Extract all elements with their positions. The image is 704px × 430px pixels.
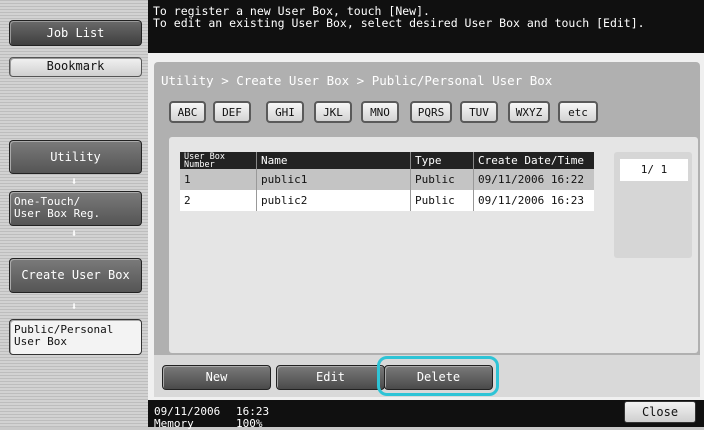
index-button-abc[interactable]: ABC (169, 101, 206, 123)
cell-name: public1 (256, 169, 411, 190)
close-button[interactable]: Close (624, 401, 696, 423)
status-bar: 09/11/2006 16:23 Memory 100% (148, 400, 704, 430)
down-arrow-icon: ⬇ (70, 175, 78, 188)
memory-label: Memory (154, 417, 194, 430)
cell-date: 09/11/2006 16:22 (473, 169, 594, 190)
memory-value: 100% (236, 417, 263, 430)
flow-utility[interactable]: Utility (9, 140, 142, 174)
column-header-type: Type (410, 152, 474, 169)
index-button-wxyz[interactable]: WXYZ (508, 101, 550, 123)
cell-date: 09/11/2006 16:23 (473, 190, 594, 211)
breadcrumb: Utility > Create User Box > Public/Perso… (161, 73, 553, 88)
down-arrow-icon: ⬇ (70, 300, 78, 313)
down-arrow-icon: ⬇ (70, 227, 78, 240)
cell-type: Public (410, 169, 474, 190)
column-header-number-line2: Number (184, 159, 215, 170)
edit-button[interactable]: Edit (276, 365, 385, 390)
index-button-pqrs[interactable]: PQRS (410, 101, 452, 123)
flow-public-personal-user-box[interactable]: Public/Personal User Box (9, 319, 142, 355)
flow-create-user-box[interactable]: Create User Box (9, 258, 142, 293)
column-header-name: Name (256, 152, 411, 169)
index-button-tuv[interactable]: TUV (460, 101, 498, 123)
column-header-number: User Box Number (180, 152, 257, 169)
delete-highlight (377, 356, 499, 396)
job-list-button[interactable]: Job List (9, 20, 142, 46)
message-line2: To edit an existing User Box, select des… (153, 16, 645, 30)
table-row[interactable]: 2 public2 Public 09/11/2006 16:23 (180, 190, 594, 211)
table-row[interactable]: 1 public1 Public 09/11/2006 16:22 (180, 169, 594, 190)
cell-number: 1 (180, 169, 257, 190)
cell-name: public2 (256, 190, 411, 211)
index-button-jkl[interactable]: JKL (314, 101, 352, 123)
user-box-table: User Box Number Name Type Create Date/Ti… (180, 152, 594, 211)
table-header-row: User Box Number Name Type Create Date/Ti… (180, 152, 594, 169)
index-button-ghi[interactable]: GHI (266, 101, 304, 123)
cell-number: 2 (180, 190, 257, 211)
bookmark-button[interactable]: Bookmark (9, 57, 142, 77)
page-indicator: 1/ 1 (620, 159, 688, 181)
index-button-mno[interactable]: MNO (361, 101, 399, 123)
cell-type: Public (410, 190, 474, 211)
status-time: 16:23 (236, 405, 270, 418)
message-line1: To register a new User Box, touch [New]. (153, 4, 430, 18)
index-button-etc[interactable]: etc (558, 101, 598, 123)
message-bar: To register a new User Box, touch [New].… (148, 0, 704, 53)
column-header-date: Create Date/Time (473, 152, 594, 169)
flow-one-touch-line2: User Box Reg. (14, 207, 101, 220)
flow-one-touch-registration[interactable]: One-Touch/ User Box Reg. (9, 191, 142, 226)
new-button[interactable]: New (162, 365, 271, 390)
index-button-def[interactable]: DEF (213, 101, 251, 123)
status-date: 09/11/2006 (154, 405, 221, 418)
flow-public-personal-line2: User Box (14, 335, 67, 348)
